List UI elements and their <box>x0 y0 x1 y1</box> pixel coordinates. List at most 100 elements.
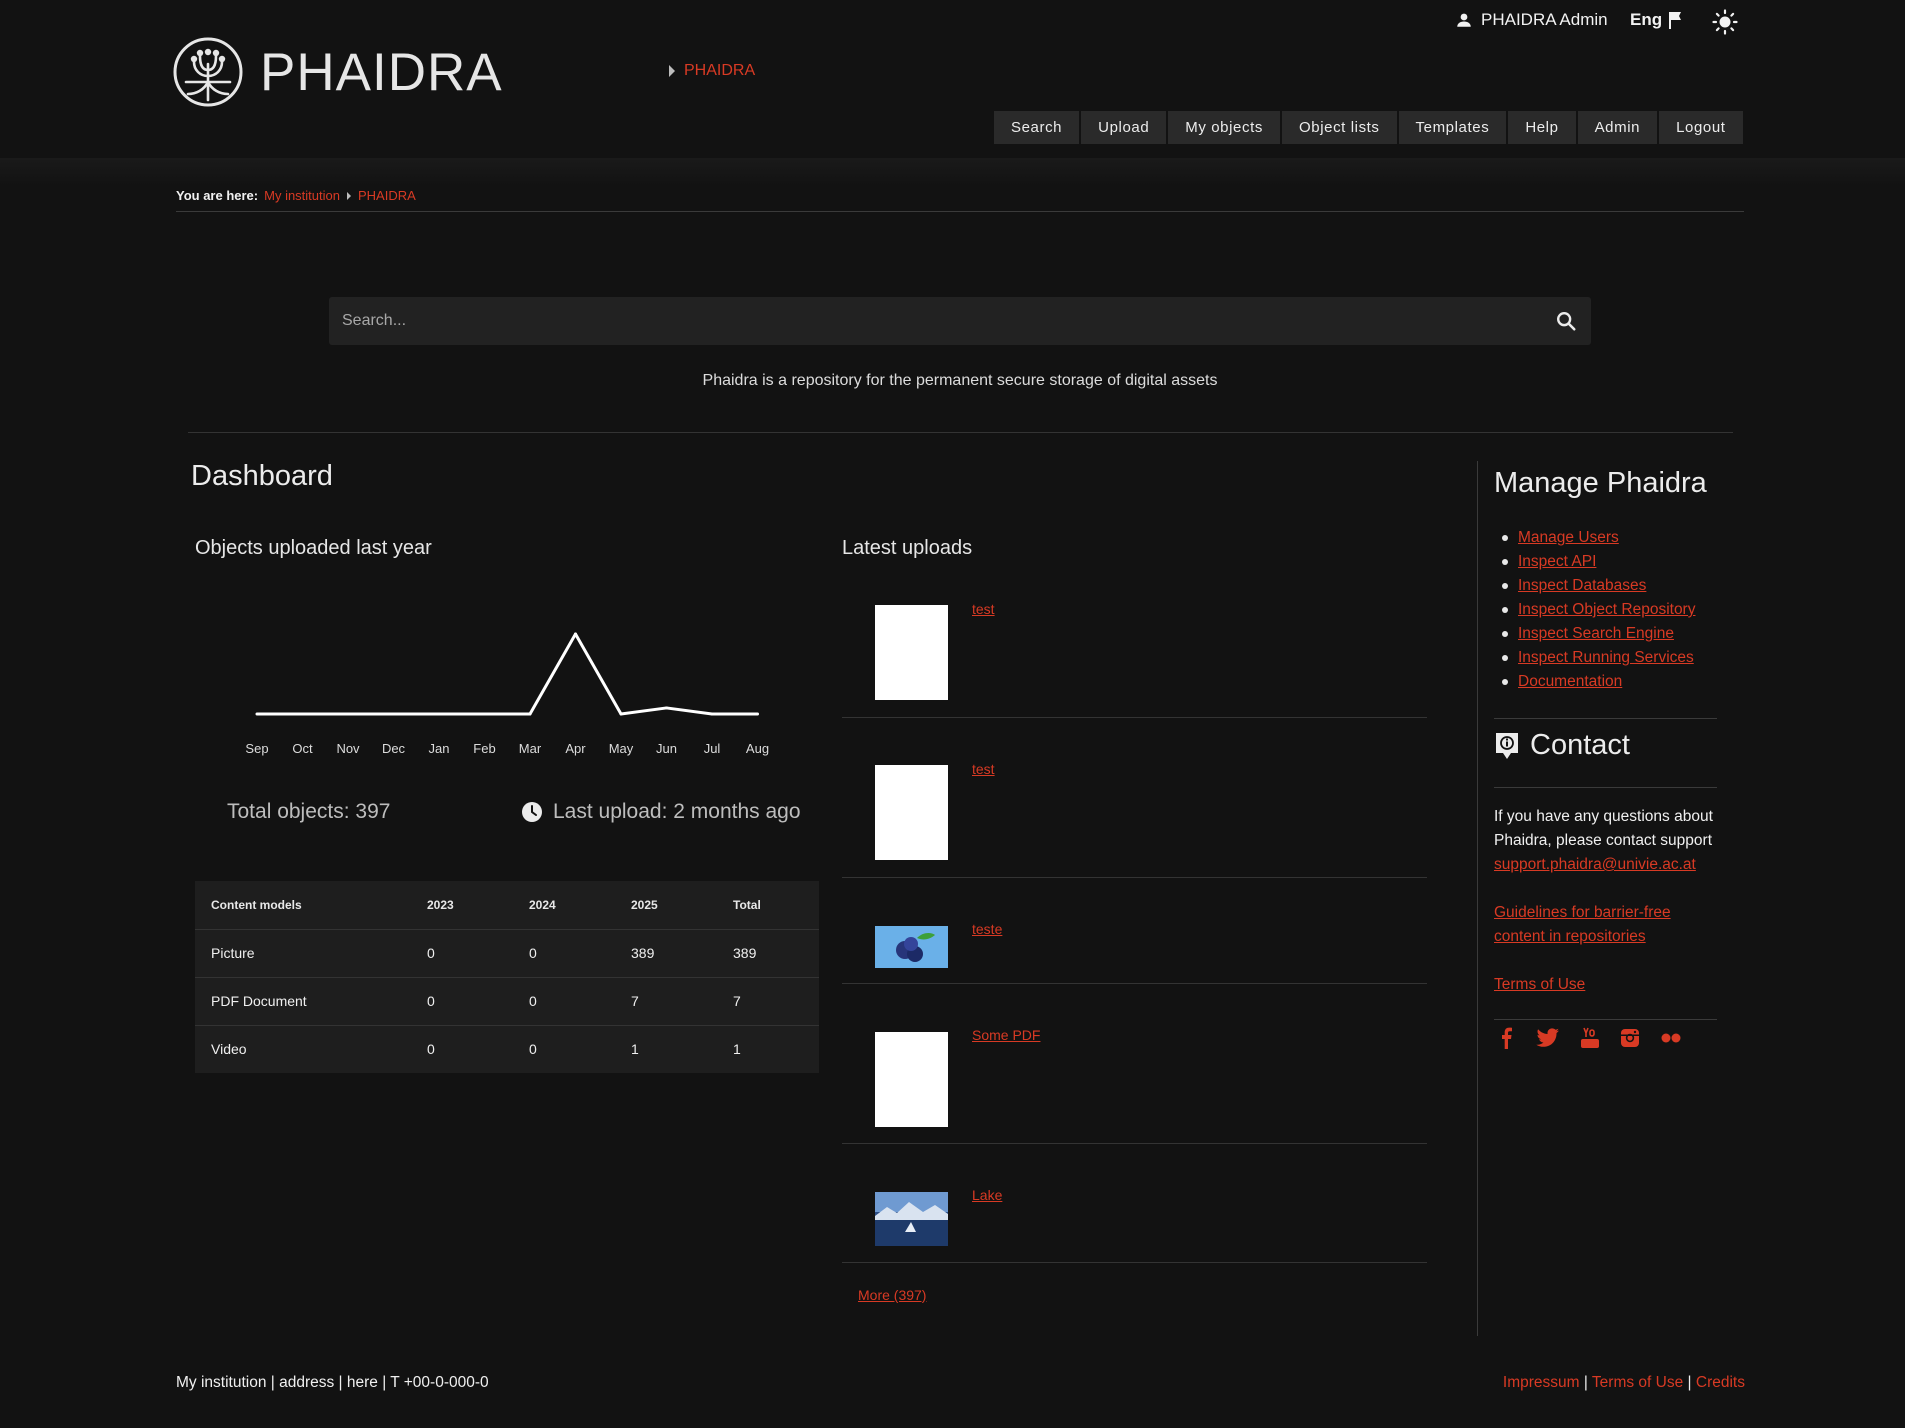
youtube-icon[interactable] <box>1580 1027 1600 1049</box>
terms-link[interactable]: Terms of Use <box>1494 973 1585 997</box>
x-tick-label: Dec <box>382 741 406 756</box>
x-tick-label: Feb <box>473 741 495 756</box>
site-title: PHAIDRA <box>260 42 503 102</box>
chart-title: Objects uploaded last year <box>195 537 432 559</box>
footer-address: My institution | address | here | T +00-… <box>176 1374 489 1391</box>
upload-link[interactable]: Lake <box>972 1187 1002 1203</box>
x-tick-label: Aug <box>746 741 769 756</box>
data-point <box>528 712 532 716</box>
inspect-object-repository-link[interactable]: Inspect Object Repository <box>1518 601 1695 619</box>
guidelines-link[interactable]: Guidelines for barrier-free content in r… <box>1494 901 1714 949</box>
sidebar-rule <box>1494 718 1717 719</box>
language-selector[interactable]: Eng <box>1630 10 1684 30</box>
facebook-icon[interactable] <box>1496 1027 1516 1049</box>
social-links <box>1496 1027 1682 1049</box>
list-item: Manage Users <box>1494 526 1695 550</box>
breadcrumb-institution[interactable]: My institution <box>264 188 340 203</box>
x-tick-label: Sep <box>245 741 268 756</box>
uploads-line-chart: Sep Oct Nov Dec Jan Feb Mar Apr May Jun Jul Aug <box>245 632 769 756</box>
manage-users-link[interactable]: Manage Users <box>1518 529 1619 547</box>
content-models-table: Content models 2023 2024 2025 Total Pict… <box>195 881 819 1073</box>
inspect-databases-link[interactable]: Inspect Databases <box>1518 577 1646 595</box>
breadcrumb-phaidra[interactable]: PHAIDRA <box>358 188 416 203</box>
support-email-link[interactable]: support.phaidra@univie.ac.at <box>1494 853 1696 877</box>
header-crumb[interactable]: PHAIDRA <box>668 62 755 80</box>
impressum-link[interactable]: Impressum <box>1503 1374 1580 1391</box>
table-header-row: Content models 2023 2024 2025 Total <box>195 881 819 930</box>
x-tick-label: Jun <box>656 741 677 756</box>
manage-links: Manage Users Inspect API Inspect Databas… <box>1494 526 1695 694</box>
nav-help[interactable]: Help <box>1508 111 1576 144</box>
table-cell: 389 <box>615 929 717 978</box>
latest-uploads-title: Latest uploads <box>842 537 973 559</box>
nav-my-objects[interactable]: My objects <box>1168 111 1280 144</box>
upload-link[interactable]: teste <box>972 921 1002 937</box>
inspect-api-link[interactable]: Inspect API <box>1518 553 1596 571</box>
series-line <box>257 632 758 716</box>
table-header: Content models <box>195 881 411 930</box>
data-point <box>392 712 395 716</box>
user-menu[interactable]: PHAIDRA Admin <box>1455 10 1608 30</box>
documentation-link[interactable]: Documentation <box>1518 673 1622 691</box>
table-header: 2025 <box>615 881 717 930</box>
footer-terms-link[interactable]: Terms of Use <box>1592 1374 1683 1391</box>
list-item: test <box>842 585 1427 718</box>
user-name: PHAIDRA Admin <box>1481 10 1608 29</box>
blueberries-thumbnail[interactable] <box>875 926 948 968</box>
table-cell: 0 <box>411 929 513 978</box>
table-cell: 0 <box>529 1041 537 1058</box>
sidebar-divider <box>1477 461 1478 1336</box>
nav-search[interactable]: Search <box>994 111 1080 144</box>
flickr-icon[interactable] <box>1660 1032 1682 1044</box>
breadcrumb-label: You are here: <box>176 188 259 203</box>
pdf-thumbnail[interactable] <box>875 1032 948 1127</box>
bullet <box>1502 607 1508 613</box>
nav-upload[interactable]: Upload <box>1081 111 1167 144</box>
list-item: Some PDF <box>842 984 1427 1144</box>
x-tick-label: May <box>609 741 634 756</box>
table-cell: Video <box>211 1041 247 1058</box>
table-cell: Picture <box>195 929 411 978</box>
caret-right-icon <box>669 65 675 77</box>
credits-link[interactable]: Credits <box>1696 1374 1745 1391</box>
pdf-thumbnail[interactable] <box>875 765 948 860</box>
main-nav: Search Upload My objects Object lists Te… <box>994 111 1743 144</box>
list-item: Inspect Databases <box>1494 574 1695 598</box>
list-item: Inspect Object Repository <box>1494 598 1695 622</box>
sidebar-rule <box>1494 787 1717 788</box>
theme-toggle[interactable] <box>1712 9 1738 35</box>
nav-templates[interactable]: Templates <box>1398 111 1507 144</box>
lake-thumbnail[interactable] <box>875 1192 948 1246</box>
data-point <box>301 712 304 716</box>
site-logo[interactable]: PHAIDRA <box>172 36 503 108</box>
nav-object-lists[interactable]: Object lists <box>1281 111 1397 144</box>
upload-link[interactable]: Some PDF <box>972 1027 1040 1043</box>
x-tick-label: Mar <box>519 741 542 756</box>
tagline: Phaidra is a repository for the permanen… <box>702 372 1218 389</box>
info-badge-icon <box>1496 732 1518 759</box>
x-tick-label: Jul <box>704 741 721 756</box>
table-header: 2024 <box>513 881 615 930</box>
list-item: Lake <box>842 1144 1427 1263</box>
instagram-icon[interactable] <box>1620 1028 1640 1048</box>
nav-logout[interactable]: Logout <box>1659 111 1743 144</box>
pdf-thumbnail[interactable] <box>875 605 948 700</box>
table-cell: 7 <box>615 977 717 1026</box>
inspect-search-engine-link[interactable]: Inspect Search Engine <box>1518 625 1674 643</box>
contact-text: If you have any questions about Phaidra,… <box>1494 808 1713 849</box>
list-item: Inspect API <box>1494 550 1695 574</box>
nav-admin[interactable]: Admin <box>1577 111 1658 144</box>
search-input[interactable] <box>329 312 1541 330</box>
table-cell: 0 <box>513 929 615 978</box>
twitter-icon[interactable] <box>1536 1028 1560 1048</box>
section-divider <box>188 432 1733 433</box>
search-button[interactable] <box>1541 297 1591 345</box>
data-point <box>756 712 759 716</box>
contact-title: Contact <box>1530 729 1630 761</box>
upload-link[interactable]: test <box>972 601 995 617</box>
more-uploads-link[interactable]: More (397) <box>858 1287 926 1303</box>
upload-link[interactable]: test <box>972 761 995 777</box>
sun-icon <box>1712 9 1738 35</box>
data-point <box>437 712 441 716</box>
inspect-running-services-link[interactable]: Inspect Running Services <box>1518 649 1694 667</box>
